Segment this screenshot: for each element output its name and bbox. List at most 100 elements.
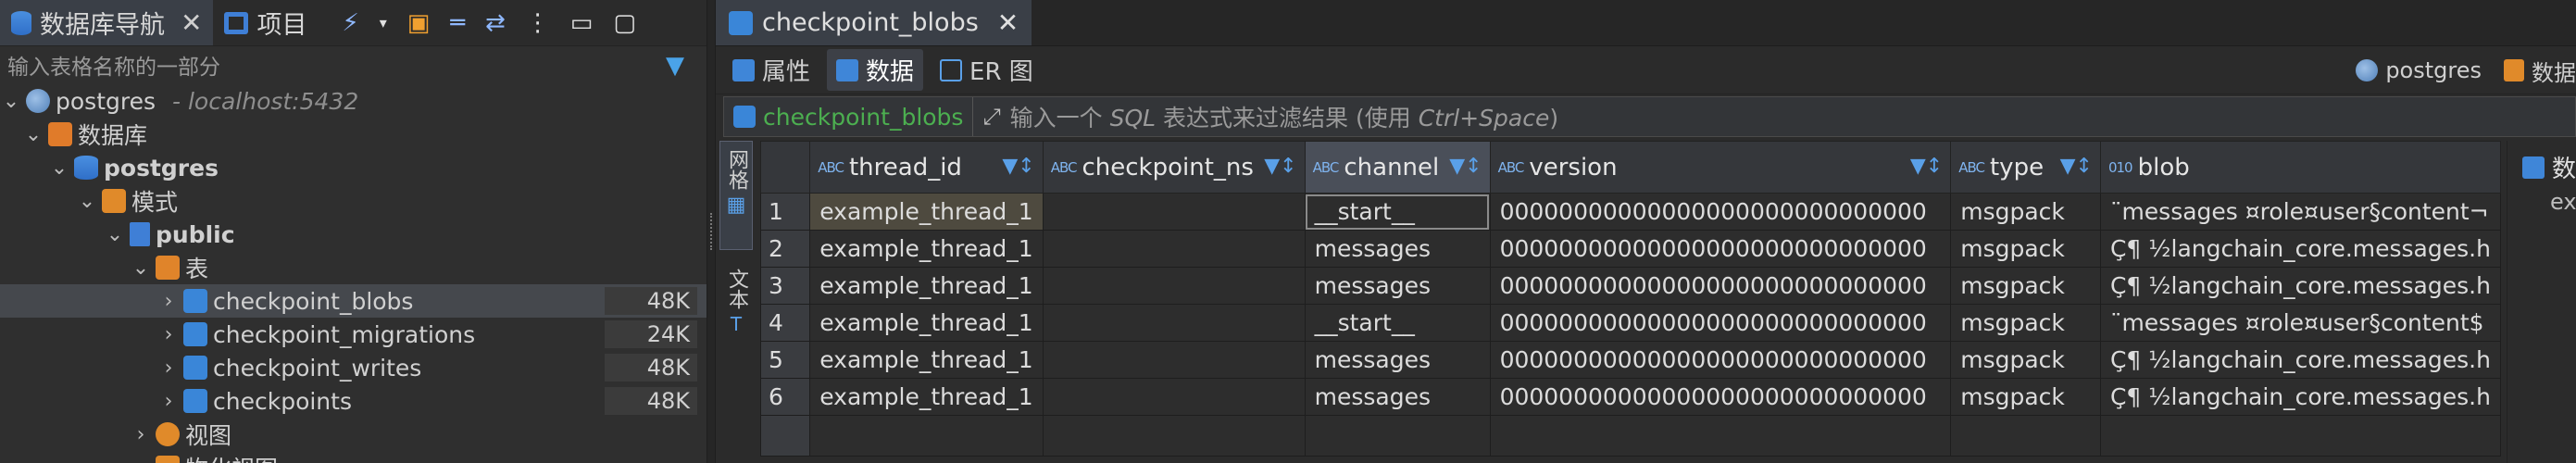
chevron-down-icon[interactable]: ⌄ — [104, 223, 126, 246]
chevron-right-icon[interactable]: › — [157, 290, 180, 313]
cell-thread-id[interactable]: example_thread_1 — [809, 193, 1044, 231]
active-connection[interactable]: postgres — [2356, 57, 2482, 83]
active-database[interactable]: 数据 — [2504, 55, 2576, 87]
cell-type[interactable]: msgpack — [1950, 193, 2101, 231]
sort-filter-icon[interactable]: ▼↕ — [1002, 155, 1034, 178]
table-row[interactable]: 5 example_thread_1 messages 000000000000… — [760, 341, 2501, 379]
cell-blob[interactable]: Ç¶ ½langchain_core.messages.h — [2099, 267, 2501, 305]
cell-version[interactable]: 00000000000000000000000000000 — [1489, 378, 1952, 416]
tree-item-checkpoint-migrations[interactable]: › checkpoint_migrations 24K — [0, 318, 707, 351]
cell-channel[interactable]: messages — [1304, 378, 1491, 416]
panel-splitter[interactable] — [707, 0, 716, 463]
chevron-down-icon[interactable]: ⌄ — [22, 123, 44, 146]
tree-item-checkpoint-writes[interactable]: › checkpoint_writes 48K — [0, 351, 707, 384]
cell-version[interactable]: 00000000000000000000000000000 — [1489, 193, 1952, 231]
column-header-blob[interactable]: 010 blob — [2099, 141, 2501, 194]
chevron-right-icon[interactable]: › — [130, 457, 152, 463]
cell-blob[interactable]: ¨messages ¤role¤user§content¬ — [2099, 193, 2501, 231]
editor-tab-checkpoint-blobs[interactable]: checkpoint_blobs ✕ — [716, 0, 1032, 45]
table-row[interactable]: 6 example_thread_1 messages 000000000000… — [760, 378, 2501, 416]
expand-icon[interactable]: ⤢ — [973, 104, 1009, 130]
cell-checkpoint-ns[interactable] — [1042, 193, 1306, 231]
table-filter-input[interactable]: 输入表格名称的一部分 ▼ — [0, 46, 707, 83]
new-folder-icon[interactable]: ▣ — [407, 9, 431, 37]
menu-icon[interactable]: ⋮ — [526, 9, 550, 37]
sort-filter-icon[interactable]: ▼↕ — [1449, 155, 1482, 178]
cell-blob[interactable]: ¨messages ¤role¤user§content$ — [2099, 304, 2501, 342]
chevron-down-icon[interactable]: ⌄ — [76, 190, 98, 213]
chevron-down-icon[interactable]: ⌄ — [48, 156, 70, 180]
cell-checkpoint-ns[interactable] — [1042, 341, 1306, 379]
cell-type[interactable]: msgpack — [1950, 378, 2101, 416]
cell-channel[interactable]: __start__ — [1304, 193, 1491, 231]
column-header-version[interactable]: ABC version ▼↕ — [1489, 141, 1952, 194]
tree-item-materialized-views[interactable]: › 物化视图 — [0, 451, 707, 463]
sql-filter-bar[interactable]: checkpoint_blobs ⤢ 输入一个 SQL 表达式来过滤结果 (使用… — [723, 96, 2576, 137]
tree-item-connection[interactable]: ⌄ postgres - localhost:5432 — [0, 84, 707, 118]
cell-channel[interactable]: messages — [1304, 230, 1491, 268]
cell-thread-id[interactable]: example_thread_1 — [809, 304, 1044, 342]
close-icon[interactable]: ✕ — [997, 7, 1019, 38]
filter-icon[interactable]: ▼ — [666, 52, 684, 80]
tab-database-navigator[interactable]: 数据库导航 ✕ — [0, 0, 214, 45]
cell-checkpoint-ns[interactable] — [1042, 230, 1306, 268]
cell-type[interactable]: msgpack — [1950, 267, 2101, 305]
cell-version[interactable]: 00000000000000000000000000000 — [1489, 341, 1952, 379]
maximize-icon[interactable]: ▢ — [613, 9, 636, 37]
cell-thread-id[interactable]: example_thread_1 — [809, 341, 1044, 379]
column-header-thread-id[interactable]: ABC thread_id ▼↕ — [809, 141, 1044, 194]
cell-version[interactable]: 00000000000000000000000000000 — [1489, 267, 1952, 305]
tree-item-databases[interactable]: ⌄ 数据库 — [0, 118, 707, 151]
cell-blob[interactable]: Ç¶ ½langchain_core.messages.h — [2099, 341, 2501, 379]
cell-type[interactable]: msgpack — [1950, 341, 2101, 379]
table-row[interactable]: 4 example_thread_1 __start__ 00000000000… — [760, 304, 2501, 342]
cell-thread-id[interactable]: example_thread_1 — [809, 378, 1044, 416]
cell-channel[interactable]: messages — [1304, 267, 1491, 305]
cell-checkpoint-ns[interactable] — [1042, 378, 1306, 416]
tree-item-views[interactable]: › 视图 — [0, 418, 707, 451]
collapse-icon[interactable]: ═ — [450, 9, 465, 37]
chevron-right-icon[interactable]: › — [130, 423, 152, 446]
cell-version[interactable]: 00000000000000000000000000000 — [1489, 304, 1952, 342]
tab-project[interactable]: 项目 — [213, 0, 318, 45]
cell-thread-id[interactable]: example_thread_1 — [809, 267, 1044, 305]
tree-item-tables[interactable]: ⌄ 表 — [0, 251, 707, 284]
cell-type[interactable]: msgpack — [1950, 230, 2101, 268]
tab-text-view[interactable]: 文本 T — [719, 263, 753, 356]
cell-checkpoint-ns[interactable] — [1042, 267, 1306, 305]
table-row[interactable]: 2 example_thread_1 messages 000000000000… — [760, 230, 2501, 268]
cell-blob[interactable]: Ç¶ ½langchain_core.messages.h — [2099, 378, 2501, 416]
tree-item-public[interactable]: ⌄ public — [0, 218, 707, 251]
cell-type[interactable]: msgpack — [1950, 304, 2101, 342]
link-icon[interactable]: ⇄ — [485, 9, 506, 37]
tree-item-checkpoints[interactable]: › checkpoints 48K — [0, 384, 707, 418]
chevron-down-icon[interactable]: ⌄ — [0, 90, 22, 113]
close-icon[interactable]: ✕ — [181, 7, 202, 38]
chevron-right-icon[interactable]: › — [157, 323, 180, 346]
chevron-right-icon[interactable]: › — [157, 357, 180, 380]
column-header-type[interactable]: ABC type ▼↕ — [1950, 141, 2101, 194]
sort-filter-icon[interactable]: ▼↕ — [1264, 155, 1296, 178]
table-row[interactable]: 1 example_thread_1 __start__ 00000000000… — [760, 193, 2501, 231]
cell-version[interactable]: 00000000000000000000000000000 — [1489, 230, 1952, 268]
dropdown-icon[interactable]: ▾ — [380, 14, 387, 31]
tab-grid-view[interactable]: 网格 ▦ — [719, 141, 753, 250]
cell-blob[interactable]: Ç¶ ½langchain_core.messages.h — [2099, 230, 2501, 268]
minimize-icon[interactable]: ▭ — [570, 9, 594, 37]
sort-filter-icon[interactable]: ▼↕ — [2060, 155, 2093, 178]
tree-item-database-postgres[interactable]: ⌄ postgres — [0, 151, 707, 184]
tab-er-diagram[interactable]: ER 图 — [931, 49, 1043, 91]
chevron-right-icon[interactable]: › — [157, 390, 180, 413]
cell-channel[interactable]: messages — [1304, 341, 1491, 379]
table-row[interactable]: 3 example_thread_1 messages 000000000000… — [760, 267, 2501, 305]
cell-checkpoint-ns[interactable] — [1042, 304, 1306, 342]
tab-properties[interactable]: 属性 — [723, 49, 819, 91]
tree-item-checkpoint-blobs[interactable]: › checkpoint_blobs 48K — [0, 284, 707, 318]
new-connection-icon[interactable]: ⚡ — [342, 9, 358, 37]
cell-thread-id[interactable]: example_thread_1 — [809, 230, 1044, 268]
cell-channel[interactable]: __start__ — [1304, 304, 1491, 342]
tab-data[interactable]: 数据 — [827, 49, 924, 91]
tree-item-schemas[interactable]: ⌄ 模式 — [0, 184, 707, 218]
column-header-checkpoint-ns[interactable]: ABC checkpoint_ns ▼↕ — [1042, 141, 1306, 194]
value-panel-header[interactable]: 数 — [2522, 150, 2576, 184]
